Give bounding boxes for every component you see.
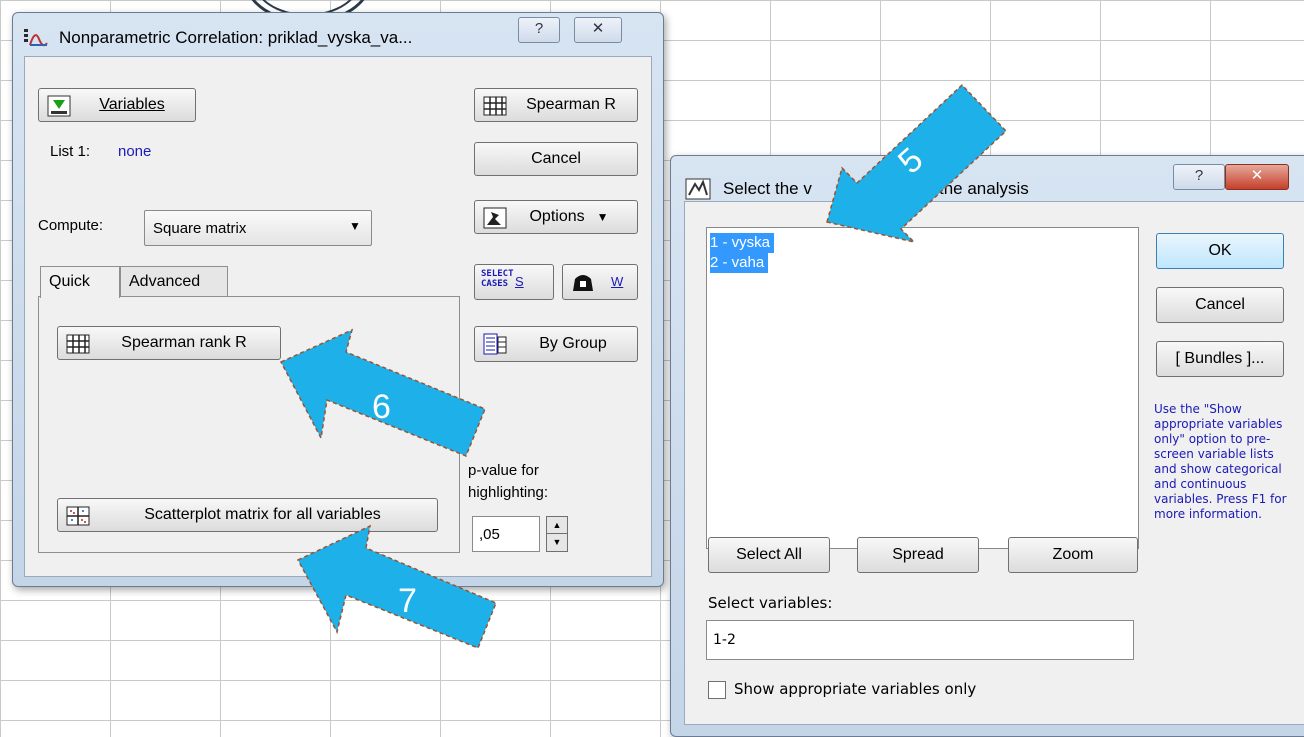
annotation-number-7: 7 (398, 582, 417, 620)
annotation-arrow-7 (296, 524, 497, 649)
annotation-arrows: 5 6 7 (279, 83, 1008, 649)
annotation-number-6: 6 (372, 388, 391, 426)
